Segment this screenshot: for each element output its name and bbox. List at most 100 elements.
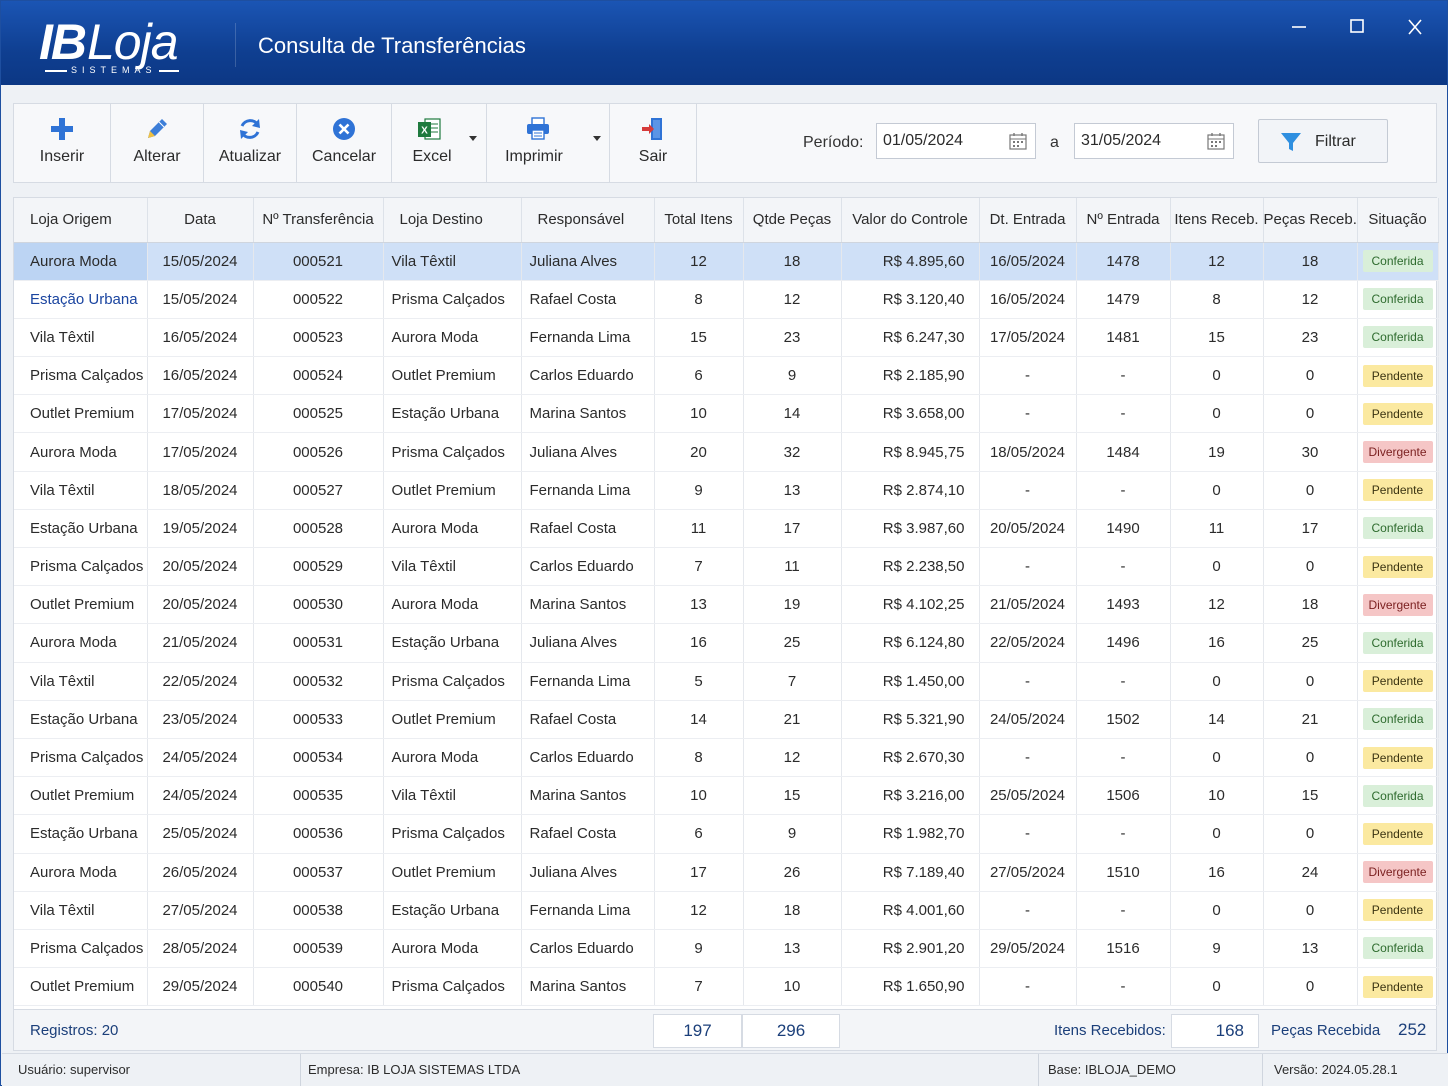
table-cell: 0 bbox=[1263, 891, 1358, 930]
table-cell: 13 bbox=[743, 929, 842, 969]
sair-button[interactable]: Sair bbox=[610, 104, 696, 182]
imprimir-button[interactable]: Imprimir bbox=[487, 104, 609, 182]
table-cell: 0 bbox=[1263, 967, 1358, 1007]
table-cell: Prisma Calçados bbox=[383, 814, 522, 854]
plus-icon bbox=[51, 118, 73, 140]
inserir-label: Inserir bbox=[39, 148, 85, 165]
table-cell: Vila Têxtil bbox=[383, 242, 522, 281]
table-cell: - bbox=[979, 891, 1077, 930]
column-header[interactable]: Itens Receb. bbox=[1170, 198, 1264, 243]
table-cell: 25 bbox=[1263, 623, 1358, 663]
table-row[interactable]: Aurora Moda 26/05/2024 000537 Outlet Premiu… bbox=[14, 853, 1439, 892]
table-row[interactable]: Estação Urbana 25/05/2024 000536 Prisma Cal… bbox=[14, 814, 1439, 854]
table-cell: Prisma Calçados bbox=[383, 967, 522, 1007]
inserir-button[interactable]: Inserir bbox=[14, 104, 110, 182]
imprimir-dropdown-icon[interactable] bbox=[593, 136, 601, 141]
table-cell: 15 bbox=[1263, 776, 1358, 816]
alterar-button[interactable]: Alterar bbox=[111, 104, 203, 182]
table-cell: 26 bbox=[743, 853, 842, 892]
table-cell: 17 bbox=[654, 853, 744, 892]
table-cell: Estação Urbana bbox=[383, 623, 522, 663]
column-header[interactable]: Situação bbox=[1357, 198, 1439, 243]
table-row[interactable]: Prisma Calçados 20/05/2024 000529 Vila Têxt… bbox=[14, 547, 1439, 587]
table-row[interactable]: Prisma Calçados 16/05/2024 000524 Outlet Pr… bbox=[14, 356, 1439, 396]
table-cell: R$ 2.238,50 bbox=[841, 547, 980, 587]
logo-subtitle: SISTEMAS bbox=[71, 65, 157, 75]
table-cell: Aurora Moda bbox=[383, 509, 522, 549]
cancel-circle-icon bbox=[333, 118, 355, 140]
table-row[interactable]: Prisma Calçados 28/05/2024 000539 Aurora Mo… bbox=[14, 929, 1439, 969]
column-header[interactable]: Nº Transferência bbox=[253, 198, 384, 243]
calendar-icon[interactable] bbox=[1207, 132, 1225, 150]
column-header[interactable]: Data bbox=[147, 198, 254, 243]
date-from-input[interactable]: 01/05/2024 bbox=[876, 123, 1036, 159]
filtrar-button[interactable]: Filtrar bbox=[1258, 119, 1388, 163]
column-header[interactable]: Valor do Controle bbox=[841, 198, 980, 243]
table-cell: 9 bbox=[743, 356, 842, 396]
excel-button[interactable]: X Excel bbox=[392, 104, 486, 182]
cancelar-button[interactable]: Cancelar bbox=[297, 104, 391, 182]
table-row[interactable]: Aurora Moda 17/05/2024 000526 Prisma Calçad… bbox=[14, 432, 1439, 472]
table-row[interactable]: Estação Urbana 23/05/2024 000533 Outlet Pre… bbox=[14, 700, 1439, 739]
table-row[interactable]: Outlet Premium 24/05/2024 000535 Vila Têxti… bbox=[14, 776, 1439, 816]
atualizar-button[interactable]: Atualizar bbox=[204, 104, 296, 182]
table-cell: 10 bbox=[654, 776, 744, 816]
table-cell: 5 bbox=[654, 662, 744, 701]
table-cell: 000530 bbox=[253, 585, 384, 625]
column-header[interactable]: Loja Origem bbox=[14, 198, 148, 243]
registros-label: Registros: 20 bbox=[30, 1022, 119, 1039]
calendar-icon[interactable] bbox=[1009, 132, 1027, 150]
column-header[interactable]: Qtde Peças bbox=[743, 198, 842, 243]
date-to-input[interactable]: 31/05/2024 bbox=[1074, 123, 1234, 159]
column-header[interactable]: Dt. Entrada bbox=[979, 198, 1077, 243]
table-row[interactable]: Aurora Moda 15/05/2024 000521 Vila Têxtil Ju… bbox=[14, 242, 1439, 281]
column-header[interactable]: Total Itens bbox=[654, 198, 744, 243]
status-badge: Pendente bbox=[1362, 670, 1433, 693]
table-row[interactable]: Outlet Premium 29/05/2024 000540 Prisma Cal… bbox=[14, 967, 1439, 1007]
table-cell: 19 bbox=[1170, 432, 1264, 472]
table-row[interactable]: Outlet Premium 20/05/2024 000530 Aurora Mod… bbox=[14, 585, 1439, 625]
table-cell: Vila Têxtil bbox=[383, 776, 522, 816]
column-header[interactable]: Loja Destino bbox=[383, 198, 522, 243]
table-cell: Estação Urbana bbox=[14, 814, 148, 854]
table-row[interactable]: Estação Urbana 15/05/2024 000522 Prisma Cal… bbox=[14, 280, 1439, 319]
status-badge: Pendente bbox=[1362, 746, 1433, 769]
table-cell: 0 bbox=[1170, 891, 1264, 930]
table-cell: 29/05/2024 bbox=[147, 967, 254, 1007]
table-row[interactable]: Vila Têxtil 16/05/2024 000523 Aurora Moda Fe… bbox=[14, 318, 1439, 358]
table-cell: Juliana Alves bbox=[521, 623, 655, 663]
table-row[interactable]: Prisma Calçados 24/05/2024 000534 Aurora Mo… bbox=[14, 738, 1439, 778]
pecas-recebidas-value: 252 bbox=[1398, 1020, 1427, 1039]
status-cell: Pendente bbox=[1357, 356, 1439, 396]
table-cell: 0 bbox=[1170, 738, 1264, 778]
table-cell: - bbox=[1076, 738, 1171, 778]
table-cell: 20 bbox=[654, 432, 744, 472]
table-row[interactable]: Estação Urbana 19/05/2024 000528 Aurora Mod… bbox=[14, 509, 1439, 549]
status-badge: Conferida bbox=[1362, 326, 1433, 349]
column-header[interactable]: Peças Receb. bbox=[1263, 198, 1358, 243]
exit-door-icon bbox=[642, 118, 662, 140]
table-row[interactable]: Vila Têxtil 22/05/2024 000532 Prisma Calçad… bbox=[14, 662, 1439, 701]
status-cell: Divergente bbox=[1357, 432, 1439, 472]
column-header[interactable]: Responsável bbox=[521, 198, 655, 243]
table-row[interactable]: Aurora Moda 21/05/2024 000531 Estação Urban… bbox=[14, 623, 1439, 663]
table-cell: 8 bbox=[1170, 280, 1264, 319]
table-cell: Fernanda Lima bbox=[521, 318, 655, 358]
close-button[interactable] bbox=[1401, 15, 1429, 39]
status-badge: Conferida bbox=[1362, 288, 1433, 311]
table-cell: Vila Têxtil bbox=[14, 662, 148, 701]
table-cell: 000528 bbox=[253, 509, 384, 549]
excel-dropdown-icon[interactable] bbox=[469, 136, 477, 141]
excel-icon: X bbox=[418, 118, 441, 140]
table-cell: R$ 7.189,40 bbox=[841, 853, 980, 892]
minimize-button[interactable] bbox=[1285, 15, 1313, 39]
maximize-button[interactable] bbox=[1343, 15, 1371, 39]
table-row[interactable]: Outlet Premium 17/05/2024 000525 Estação Ur… bbox=[14, 394, 1439, 434]
status-cell: Pendente bbox=[1357, 662, 1439, 701]
table-cell: 26/05/2024 bbox=[147, 853, 254, 892]
table-row[interactable]: Vila Têxtil 18/05/2024 000527 Outlet Premiu… bbox=[14, 471, 1439, 510]
column-header[interactable]: Nº Entrada bbox=[1076, 198, 1171, 243]
table-cell: 22/05/2024 bbox=[147, 662, 254, 701]
table-cell: - bbox=[979, 967, 1077, 1007]
table-row[interactable]: Vila Têxtil 27/05/2024 000538 Estação Urban… bbox=[14, 891, 1439, 930]
